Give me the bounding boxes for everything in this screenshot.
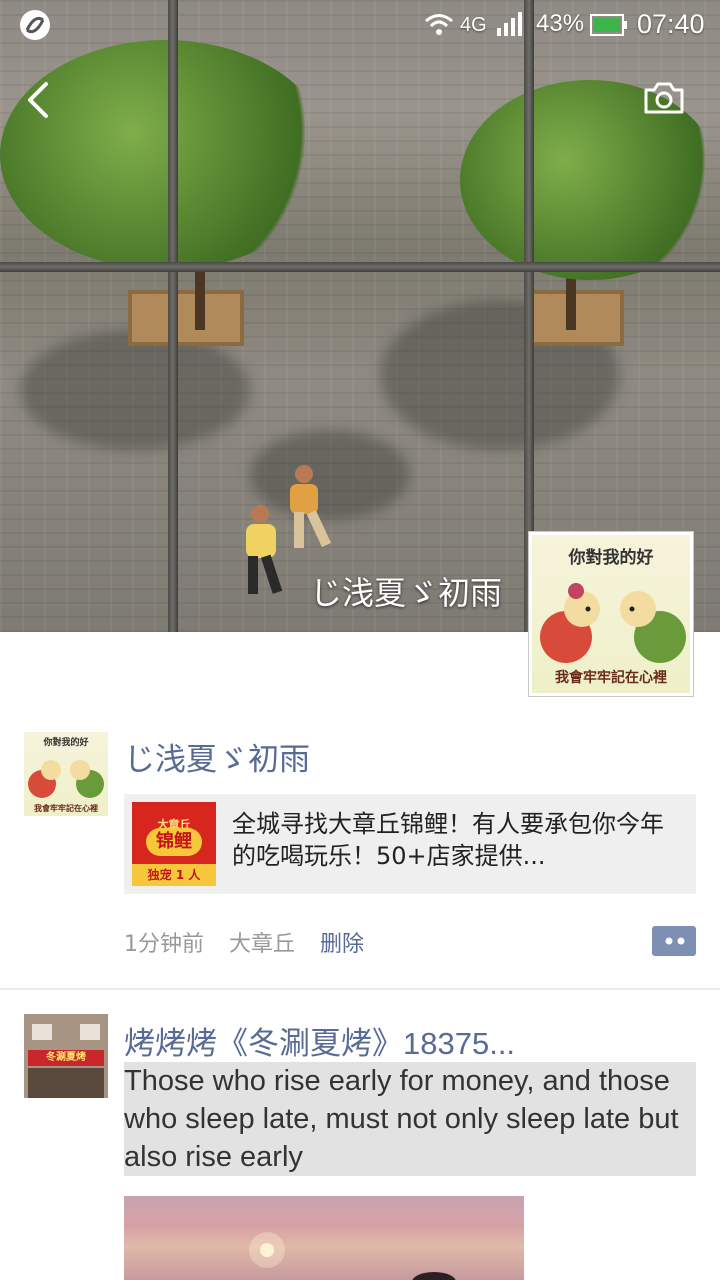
shared-link-card[interactable]: 大章丘 锦鲤 独宠 1 人 全城寻找大章丘锦鲤！有人要承包你今年的吃喝玩乐！50… [124,794,696,894]
pedestrian-figure [290,465,332,548]
wifi-icon [425,14,453,35]
post-time: 1分钟前 [124,932,204,957]
planter [128,290,244,346]
post-meta: 1分钟前 大章丘 删除 [124,926,382,958]
poster-avatar[interactable]: 你對我的好 我會牢牢記在心裡 [24,732,108,816]
poster-name[interactable]: じ浅夏ゞ初雨 [124,734,310,779]
post-photo[interactable] [124,1196,524,1280]
network-type: 4G [460,14,487,36]
battery-percent: 43% [536,10,585,37]
thumb-bottom-text: 独宠 1 人 [132,864,216,886]
post-location[interactable]: 大章丘 [229,932,295,957]
link-title: 全城寻找大章丘锦鲤！有人要承包你今年的吃喝玩乐！50+店家提供... [232,810,664,870]
more-dots-icon [652,935,685,947]
thumb-main-text: 锦鲤 [146,828,202,856]
tree-shadow [20,330,250,450]
delete-link[interactable]: 删除 [320,932,364,957]
profile-avatar[interactable]: 你對我的好 我會牢牢記在心裡 [528,531,694,697]
moment-post: 冬涮夏烤 烤烤烤《冬涮夏烤》18375... Those who rise ea… [0,990,720,1280]
profile-name: じ浅夏ゞ初雨 [309,574,502,612]
avatar-turtles-art [540,583,686,663]
planter [530,290,624,346]
avatar-image: 你對我的好 我會牢牢記在心裡 [532,535,690,693]
back-icon[interactable] [24,80,52,120]
battery-icon [590,14,627,36]
moment-post: 你對我的好 我會牢牢記在心裡 じ浅夏ゞ初雨 大章丘 锦鲤 独宠 1 人 全城寻找… [0,700,720,988]
camera-icon[interactable] [642,80,686,116]
link-thumbnail: 大章丘 锦鲤 独宠 1 人 [132,802,216,886]
avatar-caption-bottom: 我會牢牢記在心裡 [34,804,98,813]
storefront-sign: 冬涮夏烤 [46,1052,86,1063]
avatar-image: 你對我的好 我會牢牢記在心裡 [24,732,108,816]
app-logo-icon [20,10,50,40]
signal-icon [497,12,522,36]
top-bar [0,60,720,140]
post-text: Those who rise early for money, and thos… [124,1062,696,1176]
clock: 07:40 [637,9,705,39]
poster-avatar[interactable]: 冬涮夏烤 [24,1014,108,1098]
poster-name[interactable]: 烤烤烤《冬涮夏烤》18375... [124,1018,515,1063]
status-bar: 4G 43% 07:40 [0,0,720,52]
window-frame [0,262,720,272]
avatar-caption-bottom: 我會牢牢記在心裡 [555,670,667,686]
comment-button[interactable] [652,926,696,956]
sunset-photo-art [249,1232,456,1280]
avatar-turtles-art [28,760,104,798]
